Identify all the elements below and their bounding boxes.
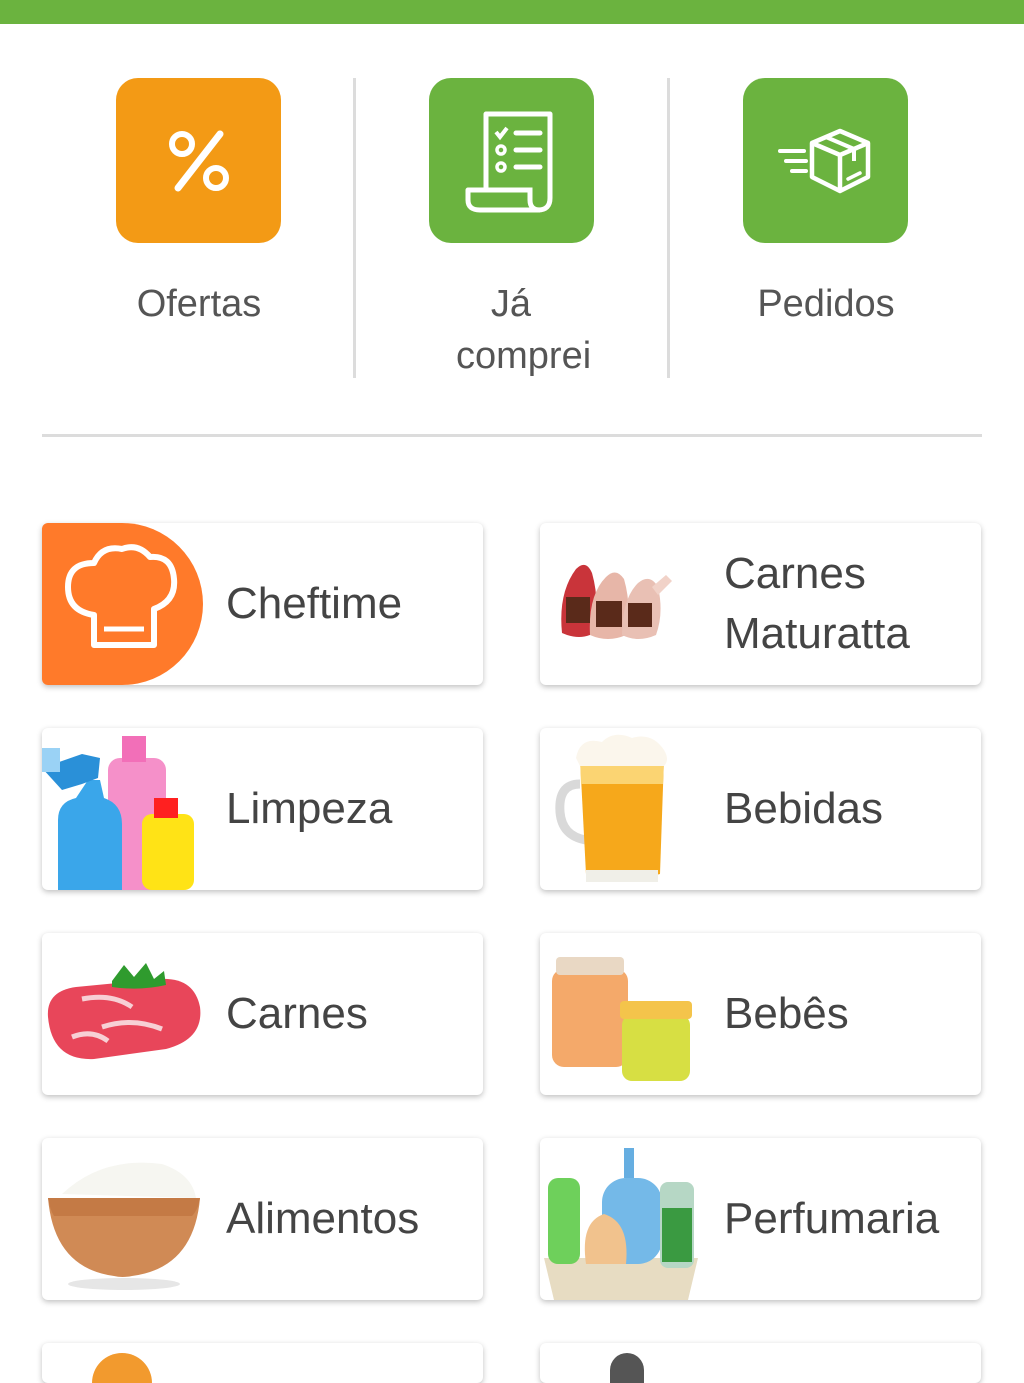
beer-mug-image	[540, 728, 710, 890]
category-label: Alimentos	[226, 1194, 420, 1243]
top-status-bar	[0, 0, 1024, 24]
category-card-cheftime[interactable]: Cheftime	[42, 523, 483, 685]
percent-icon	[116, 78, 281, 243]
category-label: Carnes	[226, 989, 368, 1038]
partial-thumb	[92, 1353, 152, 1383]
category-card-bebidas[interactable]: Bebidas	[540, 728, 981, 890]
category-label: Carnes Maturatta	[724, 549, 910, 658]
category-card-limpeza[interactable]: Limpeza	[42, 728, 483, 890]
shortcut-label: Pedidos	[757, 283, 895, 325]
receipt-list-icon	[429, 78, 594, 243]
steak-image	[42, 933, 212, 1095]
category-card-partial[interactable]	[42, 1343, 483, 1383]
chef-hat-icon	[42, 523, 212, 685]
category-label: Bebês	[724, 989, 849, 1038]
partial-thumb	[610, 1353, 644, 1383]
category-card-alimentos[interactable]: Alimentos	[42, 1138, 483, 1300]
category-label: Cheftime	[226, 579, 403, 628]
cleaning-bottles-image	[42, 728, 212, 890]
shortcut-label: Já comprei	[456, 283, 592, 377]
shortcut-ja-comprei[interactable]: Já comprei	[355, 78, 669, 398]
delivery-box-icon	[743, 78, 908, 243]
category-card-bebes[interactable]: Bebês	[540, 933, 981, 1095]
category-label: Perfumaria	[724, 1194, 940, 1243]
baby-food-jars-image	[540, 933, 710, 1095]
shortcut-ofertas[interactable]: Ofertas	[42, 78, 356, 398]
toiletries-basket-image	[540, 1138, 710, 1300]
category-card-carnes-maturatta[interactable]: Carnes Maturatta	[540, 523, 981, 685]
category-label: Bebidas	[724, 784, 884, 833]
category-card-carnes[interactable]: Carnes	[42, 933, 483, 1095]
category-card-perfumaria[interactable]: Perfumaria	[540, 1138, 981, 1300]
rice-bowl-image	[42, 1138, 212, 1300]
shortcut-label: Ofertas	[136, 283, 262, 325]
section-divider	[42, 434, 982, 437]
cured-meat-image	[540, 523, 710, 685]
category-label: Limpeza	[226, 784, 393, 833]
category-card-partial[interactable]	[540, 1343, 981, 1383]
shortcut-pedidos[interactable]: Pedidos	[669, 78, 983, 398]
